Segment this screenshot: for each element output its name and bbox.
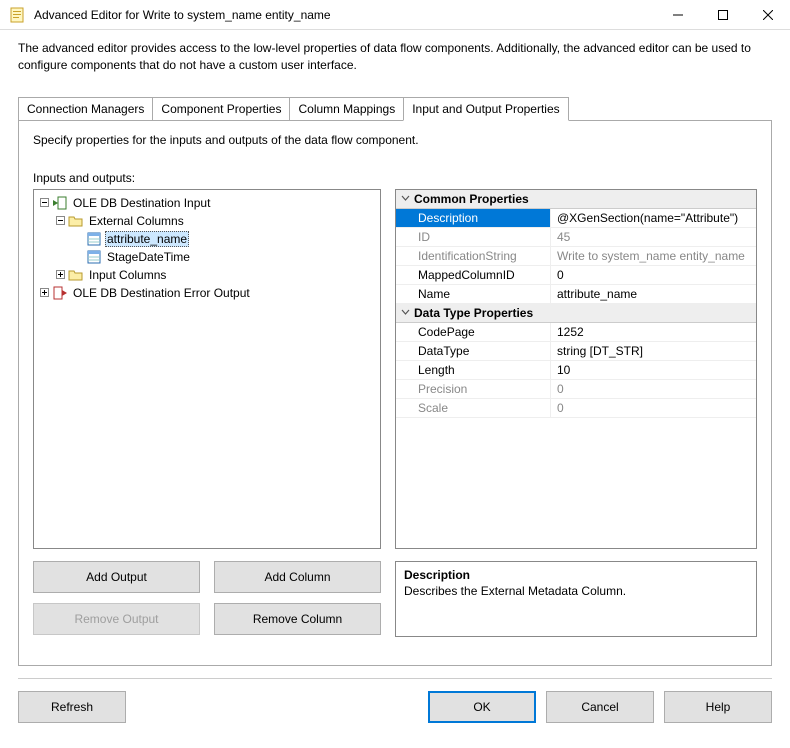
tree-node-external-columns[interactable]: External Columns [36, 212, 378, 230]
property-value[interactable]: string [DT_STR] [551, 342, 756, 360]
property-row[interactable]: ID45 [396, 228, 756, 247]
maximize-button[interactable] [700, 0, 745, 30]
property-name: Description [396, 209, 551, 227]
tree-label: OLE DB Destination Error Output [71, 286, 252, 300]
property-description-title: Description [404, 568, 748, 582]
category-label: Common Properties [414, 192, 529, 206]
tree-label: OLE DB Destination Input [71, 196, 212, 210]
expand-icon[interactable] [38, 287, 50, 299]
chevron-down-icon [396, 192, 414, 206]
property-name: Scale [396, 399, 551, 417]
help-button[interactable]: Help [664, 691, 772, 723]
tree-label: attribute_name [105, 231, 189, 247]
property-name: Name [396, 285, 551, 303]
folder-icon [68, 213, 84, 229]
folder-icon [68, 267, 84, 283]
spacer-icon [72, 233, 84, 245]
tree-node-attribute-name[interactable]: attribute_name [36, 230, 378, 248]
app-icon [10, 7, 26, 23]
collapse-icon[interactable] [54, 215, 66, 227]
tab-description: Specify properties for the inputs and ou… [33, 133, 757, 147]
minimize-button[interactable] [655, 0, 700, 30]
property-grid[interactable]: Common Properties Description@XGenSection… [395, 189, 757, 549]
property-name: IdentificationString [396, 247, 551, 265]
remove-column-button[interactable]: Remove Column [214, 603, 381, 635]
spacer-icon [72, 251, 84, 263]
property-name: CodePage [396, 323, 551, 341]
property-name: Length [396, 361, 551, 379]
tree-node-error-output[interactable]: OLE DB Destination Error Output [36, 284, 378, 302]
property-description-box: Description Describes the External Metad… [395, 561, 757, 637]
property-row[interactable]: Description@XGenSection(name="Attribute"… [396, 209, 756, 228]
property-value[interactable]: @XGenSection(name="Attribute") [551, 209, 756, 227]
property-name: ID [396, 228, 551, 246]
io-label: Inputs and outputs: [33, 171, 757, 185]
tab-component-properties[interactable]: Component Properties [152, 97, 290, 121]
tree-label: External Columns [87, 214, 186, 228]
refresh-button[interactable]: Refresh [18, 691, 126, 723]
property-name: DataType [396, 342, 551, 360]
property-value[interactable]: 0 [551, 399, 756, 417]
titlebar: Advanced Editor for Write to system_name… [0, 0, 790, 30]
tree-node-input-columns[interactable]: Input Columns [36, 266, 378, 284]
property-row[interactable]: CodePage1252 [396, 323, 756, 342]
tab-io-properties[interactable]: Input and Output Properties [403, 97, 568, 121]
bottom-button-bar: Refresh OK Cancel Help [0, 679, 790, 723]
window-title: Advanced Editor for Write to system_name… [32, 8, 655, 22]
remove-output-button: Remove Output [33, 603, 200, 635]
property-row[interactable]: DataTypestring [DT_STR] [396, 342, 756, 361]
tree-label: Input Columns [87, 268, 168, 282]
io-tree[interactable]: OLE DB Destination Input External Column… [33, 189, 381, 549]
close-button[interactable] [745, 0, 790, 30]
property-row[interactable]: Precision0 [396, 380, 756, 399]
property-value[interactable]: Write to system_name entity_name [551, 247, 756, 265]
tab-connection-managers[interactable]: Connection Managers [18, 97, 153, 121]
tree-node-destination-input[interactable]: OLE DB Destination Input [36, 194, 378, 212]
column-icon [86, 249, 102, 265]
property-row[interactable]: Scale0 [396, 399, 756, 418]
property-row[interactable]: Nameattribute_name [396, 285, 756, 304]
chevron-down-icon [396, 306, 414, 320]
tab-column-mappings[interactable]: Column Mappings [289, 97, 404, 121]
ok-button[interactable]: OK [428, 691, 536, 723]
cancel-button[interactable]: Cancel [546, 691, 654, 723]
output-arrow-icon [52, 285, 68, 301]
property-category[interactable]: Data Type Properties [396, 304, 756, 323]
add-output-button[interactable]: Add Output [33, 561, 200, 593]
property-row[interactable]: MappedColumnID0 [396, 266, 756, 285]
property-value[interactable]: 45 [551, 228, 756, 246]
tab-panel: Specify properties for the inputs and ou… [18, 120, 772, 666]
category-label: Data Type Properties [414, 306, 533, 320]
tab-strip: Connection Managers Component Properties… [0, 82, 790, 120]
property-value[interactable]: 10 [551, 361, 756, 379]
tree-label: StageDateTime [105, 250, 192, 264]
editor-description: The advanced editor provides access to t… [0, 30, 790, 82]
collapse-icon[interactable] [38, 197, 50, 209]
column-icon [86, 231, 102, 247]
property-name: Precision [396, 380, 551, 398]
property-value[interactable]: attribute_name [551, 285, 756, 303]
tree-node-stagedatetime[interactable]: StageDateTime [36, 248, 378, 266]
input-arrow-icon [52, 195, 68, 211]
property-value[interactable]: 1252 [551, 323, 756, 341]
property-value[interactable]: 0 [551, 266, 756, 284]
property-name: MappedColumnID [396, 266, 551, 284]
property-value[interactable]: 0 [551, 380, 756, 398]
add-column-button[interactable]: Add Column [214, 561, 381, 593]
property-description-body: Describes the External Metadata Column. [404, 584, 748, 598]
property-row[interactable]: Length10 [396, 361, 756, 380]
property-category[interactable]: Common Properties [396, 190, 756, 209]
expand-icon[interactable] [54, 269, 66, 281]
property-row[interactable]: IdentificationStringWrite to system_name… [396, 247, 756, 266]
